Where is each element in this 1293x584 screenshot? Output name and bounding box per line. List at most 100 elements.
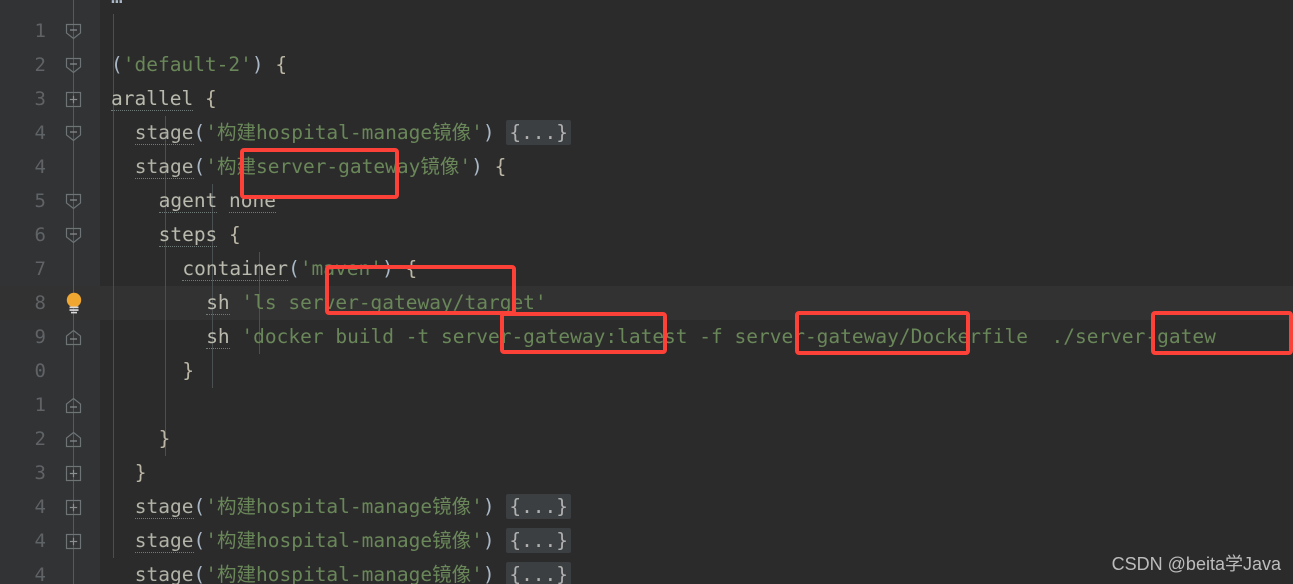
code-line[interactable]: } — [101, 456, 1293, 490]
line-number: 4 — [34, 156, 46, 178]
fold-collapse-icon[interactable] — [64, 192, 83, 211]
code-editor[interactable]: 12344567890123444 …('default-2') {aralle… — [0, 0, 1293, 584]
line-number: 0 — [34, 360, 46, 382]
code-token-str: '构建hospital-manage镜像' — [205, 563, 483, 584]
code-token-plain: ) — [482, 121, 507, 144]
code-token-str: 'maven' — [299, 257, 382, 280]
fold-expand-icon[interactable] — [64, 90, 83, 109]
code-token-brace: { — [229, 223, 241, 246]
code-token-fn: stage — [134, 155, 194, 179]
line-number: 7 — [34, 258, 46, 280]
code-token-plain: ( — [193, 121, 206, 144]
code-token-plain: ( — [288, 257, 300, 280]
code-token-str: 'default-2' — [122, 53, 252, 76]
code-token-brace: { — [204, 87, 217, 110]
code-line[interactable]: stage('构建hospital-manage镜像') {...} — [101, 490, 1293, 524]
code-content[interactable]: …('default-2') {arallel {stage('构建hospit… — [101, 0, 1293, 584]
line-number: 2 — [34, 54, 46, 76]
code-line[interactable]: } — [101, 354, 1293, 388]
code-line[interactable] — [101, 388, 1293, 422]
code-token-ident: steps — [158, 223, 218, 247]
code-line[interactable]: stage('构建hospital-manage镜像') {...} — [101, 116, 1293, 150]
code-token-ident: arallel — [111, 87, 194, 111]
fold-end-icon[interactable] — [64, 396, 83, 415]
code-token-brace: } — [158, 427, 171, 450]
fold-end-icon[interactable] — [64, 430, 83, 449]
code-line[interactable]: agent none — [101, 184, 1293, 218]
line-number: 3 — [34, 462, 46, 484]
line-number: 6 — [34, 224, 46, 246]
code-token-fold: {...} — [506, 494, 572, 519]
code-token-brace: { — [494, 155, 507, 178]
code-token-fn: stage — [134, 563, 194, 584]
code-token-plain: … — [111, 0, 123, 8]
code-line[interactable]: ('default-2') { — [101, 48, 1293, 82]
code-token-plain: ) — [482, 529, 507, 552]
line-number: 4 — [34, 564, 46, 584]
code-token-str: 'docker build -t server-gateway:latest -… — [241, 325, 1216, 348]
code-line[interactable] — [101, 14, 1293, 48]
line-number: 1 — [34, 394, 46, 416]
line-number: 4 — [34, 530, 46, 552]
fold-end-icon[interactable] — [64, 328, 83, 347]
lightbulb-icon[interactable] — [65, 292, 83, 314]
code-token-plain: ) — [251, 53, 276, 76]
code-token-ident: sh — [206, 291, 230, 315]
code-line[interactable]: arallel { — [101, 82, 1293, 116]
fold-expand-icon[interactable] — [64, 532, 83, 551]
code-line[interactable]: } — [101, 422, 1293, 456]
code-token-plain: ) — [482, 495, 507, 518]
fold-expand-icon[interactable] — [64, 464, 83, 483]
code-line[interactable]: steps { — [101, 218, 1293, 252]
code-token-ident: none — [229, 189, 277, 213]
line-number: 3 — [34, 88, 46, 110]
code-token-plain: ( — [193, 529, 206, 552]
line-number: 2 — [34, 428, 46, 450]
line-number: 4 — [34, 496, 46, 518]
code-token-brace: { — [405, 257, 418, 280]
fold-collapse-icon[interactable] — [64, 124, 83, 143]
code-token-fn: stage — [134, 529, 194, 553]
code-token-plain: ( — [193, 563, 206, 584]
code-token-plain: ( — [193, 495, 206, 518]
fold-expand-icon[interactable] — [64, 498, 83, 517]
line-number: 5 — [34, 190, 46, 212]
code-token-str: 'ls server-gateway/target' — [241, 291, 547, 314]
code-token-brace: { — [275, 53, 288, 76]
code-token-plain: ) — [482, 563, 507, 584]
code-token-ident: agent — [158, 189, 218, 213]
fold-collapse-icon[interactable] — [64, 22, 83, 41]
code-token-str: '构建hospital-manage镜像' — [205, 121, 483, 144]
code-token-str: '构建hospital-manage镜像' — [205, 495, 483, 518]
line-number: 1 — [34, 20, 46, 42]
fold-collapse-icon[interactable] — [64, 226, 83, 245]
code-token-brace: } — [182, 359, 195, 382]
fold-collapse-icon[interactable] — [64, 56, 83, 75]
watermark: CSDN @beita学Java — [1111, 554, 1281, 574]
code-token-ident: sh — [206, 325, 230, 349]
code-token-ident: container — [182, 257, 289, 281]
code-token-str: '构建hospital-manage镜像' — [205, 529, 483, 552]
code-line[interactable]: sh 'ls server-gateway/target' — [101, 286, 1293, 320]
code-line[interactable]: stage('构建server-gateway镜像') { — [101, 150, 1293, 184]
code-token-plain: ( — [193, 155, 206, 178]
code-token-plain: ) — [382, 257, 406, 280]
line-number: 4 — [34, 122, 46, 144]
line-number: 8 — [34, 292, 46, 314]
code-token-fold: {...} — [506, 528, 572, 553]
code-line[interactable]: sh 'docker build -t server-gateway:lates… — [101, 320, 1293, 354]
code-token-plain: ( — [111, 53, 123, 76]
code-line[interactable]: container('maven') { — [101, 252, 1293, 286]
code-token-brace: } — [134, 461, 147, 484]
code-token-plain: ) — [471, 155, 495, 178]
line-number: 9 — [34, 326, 46, 348]
code-token-fold: {...} — [506, 562, 572, 584]
code-line[interactable]: … — [101, 0, 1293, 14]
code-token-str: '构建server-gateway镜像' — [205, 155, 472, 178]
code-token-fold: {...} — [506, 120, 572, 145]
